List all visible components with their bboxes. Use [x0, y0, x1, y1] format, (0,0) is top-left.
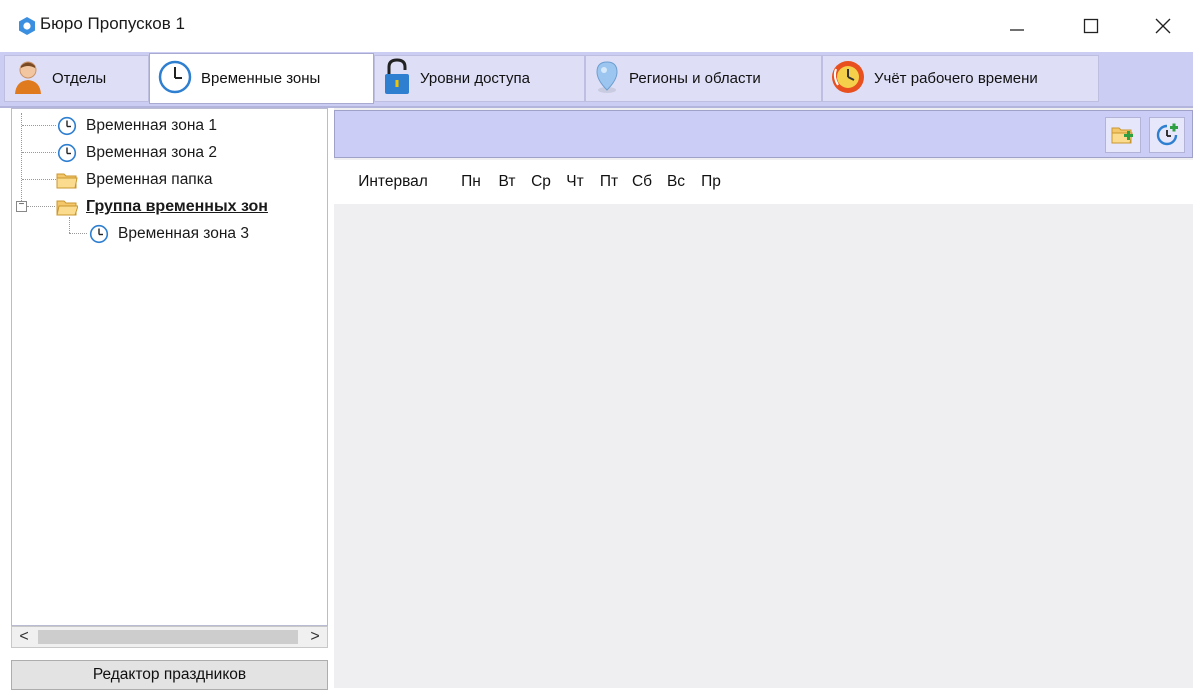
column-sun[interactable]: Вс [658, 173, 694, 191]
tab-regions[interactable]: Регионы и области [585, 55, 822, 102]
add-clock-icon [1156, 123, 1178, 146]
tree-item-label: Временная зона 1 [86, 117, 217, 134]
timesheet-clock-icon [830, 59, 866, 99]
column-fri[interactable]: Пт [592, 173, 626, 191]
close-icon [1155, 18, 1171, 34]
add-folder-button[interactable] [1105, 117, 1141, 153]
minimize-icon [1010, 29, 1024, 31]
maximize-button[interactable] [1068, 6, 1114, 46]
add-time-zone-button[interactable] [1149, 117, 1185, 153]
map-pin-icon [593, 60, 621, 98]
tab-bar: Отделы Временные зоны Уровни доступа Рег… [0, 52, 1193, 108]
close-button[interactable] [1140, 6, 1186, 46]
column-wed[interactable]: Ср [524, 173, 558, 191]
time-zones-tree[interactable]: − Временная зона 1 Временная зона 2 Врем… [11, 108, 328, 626]
window-title: Бюро Пропусков 1 [40, 14, 185, 33]
tab-label: Учёт рабочего времени [874, 70, 1038, 87]
tree-item-label: Временная зона 2 [86, 144, 217, 161]
tab-time-zones[interactable]: Временные зоны [149, 53, 374, 104]
tree-item-time-folder[interactable]: Временная папка [56, 168, 212, 192]
folder-icon [56, 169, 78, 191]
schedule-panel: Интервал Пн Вт Ср Чт Пт Сб Вс Пр [334, 108, 1193, 688]
person-icon [12, 59, 44, 99]
scroll-right-arrow[interactable]: > [304, 628, 326, 646]
column-thu[interactable]: Чт [558, 173, 592, 191]
tab-access-levels[interactable]: Уровни доступа [374, 55, 585, 102]
tree-connector-line [27, 206, 55, 207]
tab-label: Уровни доступа [420, 70, 530, 87]
minimize-button[interactable] [994, 6, 1040, 46]
scroll-left-arrow[interactable]: < [13, 628, 35, 646]
tab-departments[interactable]: Отделы [4, 55, 149, 102]
tree-item-time-zone-3[interactable]: Временная зона 3 [88, 222, 249, 246]
tree-item-label: Временная папка [86, 171, 213, 188]
schedule-table-header: Интервал Пн Вт Ср Чт Пт Сб Вс Пр [334, 160, 1193, 204]
tree-item-time-zone-group[interactable]: Группа временных зон [56, 195, 268, 219]
tab-time-tracking[interactable]: Учёт рабочего времени [822, 55, 1099, 102]
tree-connector-line [69, 217, 70, 233]
maximize-icon [1083, 18, 1099, 34]
app-icon [17, 16, 37, 36]
clock-icon [56, 142, 78, 164]
holiday-editor-button[interactable]: Редактор праздников [11, 660, 328, 690]
tree-item-time-zone-2[interactable]: Временная зона 2 [56, 141, 217, 165]
add-folder-icon [1111, 127, 1133, 144]
tree-item-label: Группа временных зон [86, 198, 268, 215]
tree-connector-line [69, 233, 87, 234]
title-bar: Бюро Пропусков 1 [0, 0, 1193, 52]
clock-icon [157, 59, 193, 99]
column-tue[interactable]: Вт [490, 173, 524, 191]
tab-label: Отделы [52, 70, 107, 87]
open-folder-icon [56, 196, 78, 218]
schedule-toolbar [334, 110, 1193, 158]
tab-label: Регионы и области [629, 70, 761, 87]
column-mon[interactable]: Пн [452, 173, 490, 191]
tree-connector-line [21, 113, 22, 201]
tree-item-time-zone-1[interactable]: Временная зона 1 [56, 114, 217, 138]
tab-label: Временные зоны [201, 70, 321, 87]
scroll-thumb[interactable] [38, 630, 298, 644]
padlock-icon [382, 57, 412, 100]
tree-connector-line [22, 179, 56, 180]
tree-item-label: Временная зона 3 [118, 225, 249, 242]
column-sat[interactable]: Сб [626, 173, 658, 191]
clock-icon [56, 115, 78, 137]
clock-icon [88, 223, 110, 245]
column-holiday[interactable]: Пр [694, 173, 728, 191]
tree-connector-line [22, 125, 56, 126]
tree-horizontal-scrollbar[interactable]: < > [11, 626, 328, 648]
tree-connector-line [22, 152, 56, 153]
collapse-toggle[interactable]: − [16, 201, 27, 212]
column-interval[interactable]: Интервал [334, 173, 452, 191]
